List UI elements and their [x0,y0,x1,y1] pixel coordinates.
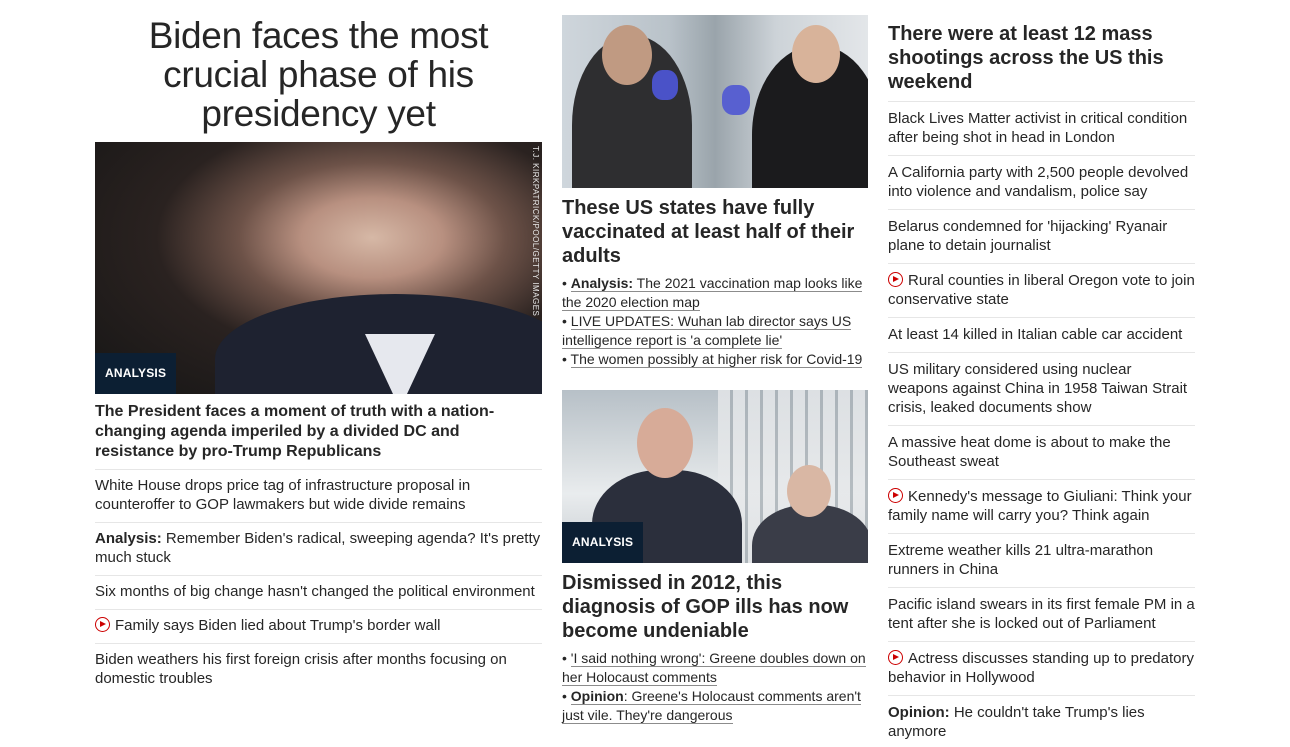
related-link-text: Analysis: The 2021 vaccination map looks… [562,275,863,311]
story-link[interactable]: Opinion: He couldn't take Trump's lies a… [888,696,1195,747]
story-link[interactable]: Belarus condemned for 'hijacking' Ryanai… [888,210,1195,264]
story-link[interactable]: Analysis: Remember Biden's radical, swee… [95,523,542,576]
right-story-list: Black Lives Matter activist in critical … [888,102,1195,747]
story-text: A California party with 2,500 people dev… [888,164,1189,200]
story-link[interactable]: Actress discusses standing up to predato… [888,642,1195,696]
right-column: There were at least 12 mass shootings ac… [888,0,1195,747]
shootings-headline[interactable]: There were at least 12 mass shootings ac… [888,0,1195,102]
story-link[interactable]: Biden weathers his first foreign crisis … [95,644,542,696]
middle-column: These US states have fully vaccinated at… [562,0,868,725]
story-link[interactable]: A massive heat dome is about to make the… [888,426,1195,480]
story-link[interactable]: US military considered using nuclear wea… [888,353,1195,426]
story-text: Six months of big change hasn't changed … [95,583,535,600]
related-link[interactable]: • Analysis: The 2021 vaccination map loo… [562,274,868,312]
play-video-icon [888,488,903,503]
gop-story-headline[interactable]: Dismissed in 2012, this diagnosis of GOP… [562,563,868,649]
story-text: Actress discusses standing up to predato… [888,650,1194,686]
analysis-badge: ANALYSIS [562,522,644,563]
lead-subheadline[interactable]: The President faces a moment of truth wi… [95,394,542,470]
related-link-body: 'I said nothing wrong': Greene doubles d… [562,650,866,685]
story-label: Opinion: [888,704,950,721]
lead-headline[interactable]: Biden faces the most crucial phase of hi… [95,0,542,142]
story-link[interactable]: At least 14 killed in Italian cable car … [888,318,1195,353]
related-link-text: 'I said nothing wrong': Greene doubles d… [562,650,866,686]
gop-related-links: • 'I said nothing wrong': Greene doubles… [562,649,868,725]
related-link-label: Opinion [570,688,624,704]
story-link[interactable]: Family says Biden lied about Trump's bor… [95,610,542,644]
vaccine-related-links: • Analysis: The 2021 vaccination map loo… [562,274,868,369]
story-link[interactable]: Six months of big change hasn't changed … [95,576,542,610]
story-text: Remember Biden's radical, sweeping agend… [95,530,541,566]
image-face-left [637,408,693,478]
related-link-label: Analysis: [570,275,634,291]
lead-story-column: Biden faces the most crucial phase of hi… [95,0,542,696]
image-credit: T.J. KIRKPATRICK/POOL/GETTY IMAGES [531,146,540,317]
play-video-icon [888,272,903,287]
story-link[interactable]: White House drops price tag of infrastru… [95,470,542,523]
analysis-badge: ANALYSIS [95,353,177,394]
story-text: White House drops price tag of infrastru… [95,477,471,513]
story-text: Family says Biden lied about Trump's bor… [115,617,441,634]
lead-image[interactable]: T.J. KIRKPATRICK/POOL/GETTY IMAGES ANALY… [95,142,542,394]
related-link-body: LIVE UPDATES: Wuhan lab director says US… [562,313,852,348]
story-link[interactable]: Kennedy's message to Giuliani: Think you… [888,480,1195,534]
related-link-text: LIVE UPDATES: Wuhan lab director says US… [562,313,852,349]
lead-related-list: White House drops price tag of infrastru… [95,470,542,696]
image-head-right [792,25,840,83]
story-link[interactable]: Rural counties in liberal Oregon vote to… [888,264,1195,318]
image-face-right [787,465,831,517]
image-head-left [602,25,652,85]
story-text: Black Lives Matter activist in critical … [888,110,1188,146]
related-link-body: The women possibly at higher risk for Co… [570,351,863,367]
story-link[interactable]: Extreme weather kills 21 ultra-marathon … [888,534,1195,588]
related-link[interactable]: • LIVE UPDATES: Wuhan lab director says … [562,312,868,350]
vaccine-story-image[interactable] [562,15,868,188]
image-glove-left [652,70,678,100]
related-link[interactable]: • Opinion: Greene's Holocaust comments a… [562,687,868,725]
story-link[interactable]: Black Lives Matter activist in critical … [888,102,1195,156]
story-label: Analysis: [95,530,162,547]
related-link-text: The women possibly at higher risk for Co… [570,351,863,368]
story-text: At least 14 killed in Italian cable car … [888,326,1183,343]
image-glove-right [722,85,750,115]
play-video-icon [888,650,903,665]
story-link[interactable]: Pacific island swears in its first femal… [888,588,1195,642]
story-text: Belarus condemned for 'hijacking' Ryanai… [888,218,1168,254]
gop-story-image[interactable]: ANALYSIS [562,390,868,563]
story-text: US military considered using nuclear wea… [888,361,1188,416]
play-video-icon [95,617,110,632]
story-text: Pacific island swears in its first femal… [888,596,1195,632]
story-text: Biden weathers his first foreign crisis … [95,651,507,687]
vaccine-story-headline[interactable]: These US states have fully vaccinated at… [562,188,868,274]
story-text: A massive heat dome is about to make the… [888,434,1171,470]
related-link[interactable]: • The women possibly at higher risk for … [562,350,868,369]
story-text: Rural counties in liberal Oregon vote to… [888,272,1195,308]
story-text: Kennedy's message to Giuliani: Think you… [888,488,1192,524]
related-link-text: Opinion: Greene's Holocaust comments are… [562,688,861,724]
related-link[interactable]: • 'I said nothing wrong': Greene doubles… [562,649,868,687]
story-link[interactable]: A California party with 2,500 people dev… [888,156,1195,210]
story-text: Extreme weather kills 21 ultra-marathon … [888,542,1154,578]
